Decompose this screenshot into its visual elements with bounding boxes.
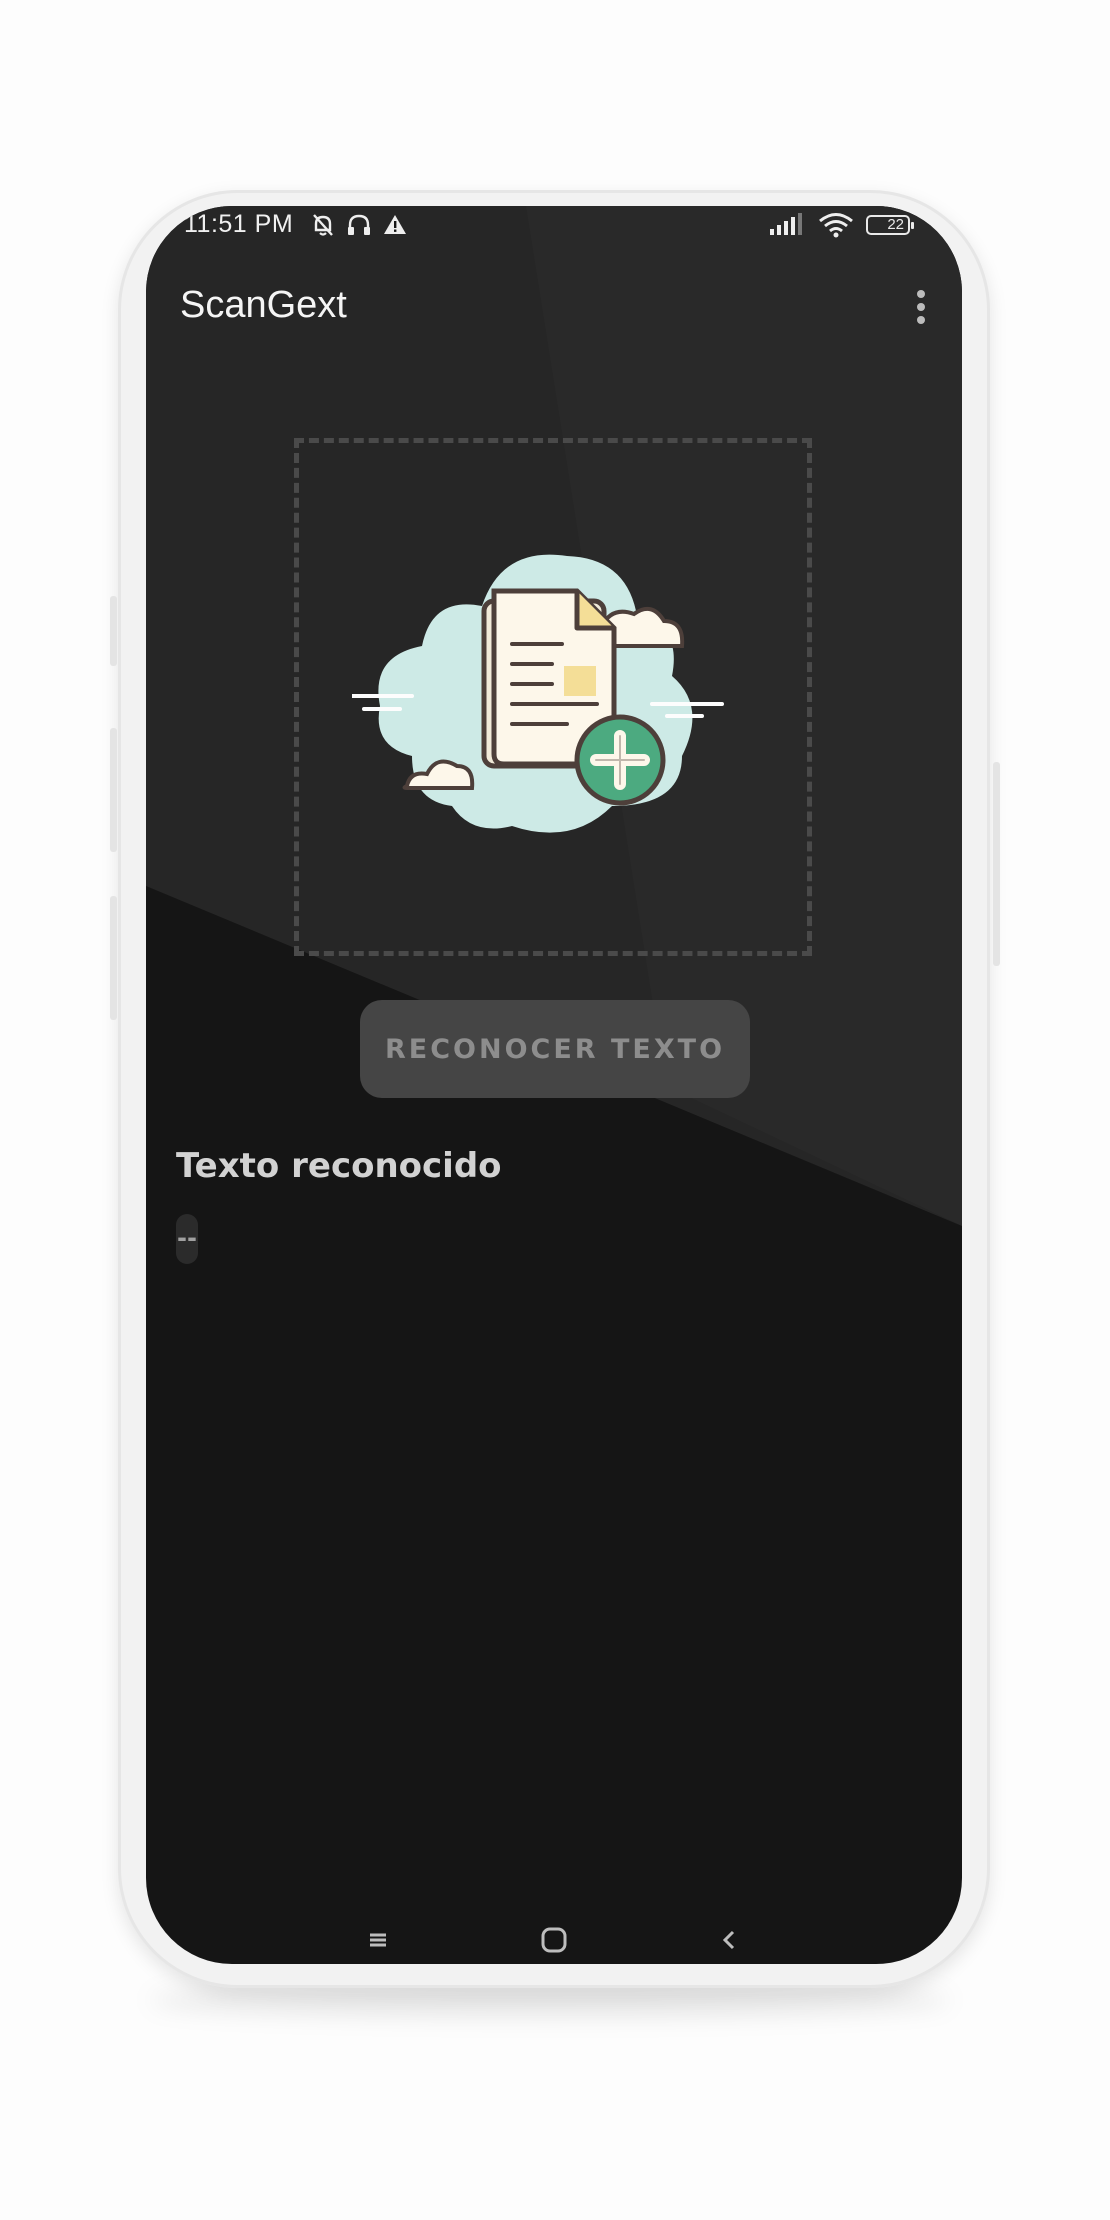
home-icon[interactable] xyxy=(534,1920,574,1960)
side-button-volume-up xyxy=(110,728,117,852)
battery-icon: 22 xyxy=(866,215,914,235)
add-document-cloud-icon[interactable] xyxy=(352,526,752,866)
app-title: ScanGext xyxy=(180,284,347,326)
warning-icon xyxy=(384,215,406,234)
status-icons-left xyxy=(310,212,408,238)
recognized-text-value[interactable]: -- xyxy=(176,1214,198,1264)
status-bar: 11:51 PM 22 xyxy=(146,206,962,244)
wifi-icon xyxy=(819,213,853,238)
navigation-bar xyxy=(146,1920,962,1964)
signal-icon xyxy=(770,213,802,235)
headset-icon xyxy=(348,214,370,235)
recognize-text-button[interactable]: RECONOCER TEXTO xyxy=(360,1000,750,1098)
back-icon[interactable] xyxy=(710,1920,750,1960)
app-screen: 11:51 PM 22 ScanGext RECONOCER TEXTO Tex… xyxy=(146,206,962,1964)
recognized-text-heading: Texto reconocido xyxy=(176,1146,502,1186)
side-button-power xyxy=(993,762,1000,966)
status-time: 11:51 PM xyxy=(184,210,294,238)
side-button-volume-down xyxy=(110,896,117,1020)
bell-off-icon xyxy=(313,214,333,236)
phone-shadow xyxy=(150,1985,950,2015)
recents-icon[interactable] xyxy=(358,1920,398,1960)
side-button-bixby xyxy=(110,596,117,666)
status-icons-right: 22 xyxy=(768,212,914,238)
more-vert-icon[interactable] xyxy=(906,286,936,328)
